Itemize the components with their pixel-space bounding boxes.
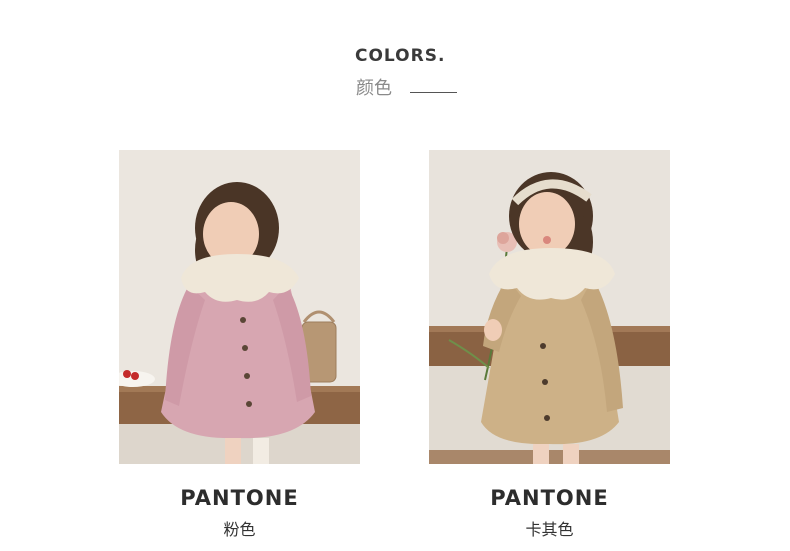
pink-coat-photo	[119, 150, 360, 464]
khaki-color-name: 卡其色	[525, 520, 574, 539]
heading-underline	[410, 92, 457, 93]
khaki-coat-photo	[429, 150, 670, 464]
heading-title: COLORS.	[355, 46, 446, 66]
pink-pantone-label: PANTONE	[180, 486, 299, 510]
heading-subtitle: 颜色	[356, 78, 392, 99]
khaki-pantone-label: PANTONE	[490, 486, 609, 510]
pink-color-name: 粉色	[223, 520, 256, 539]
